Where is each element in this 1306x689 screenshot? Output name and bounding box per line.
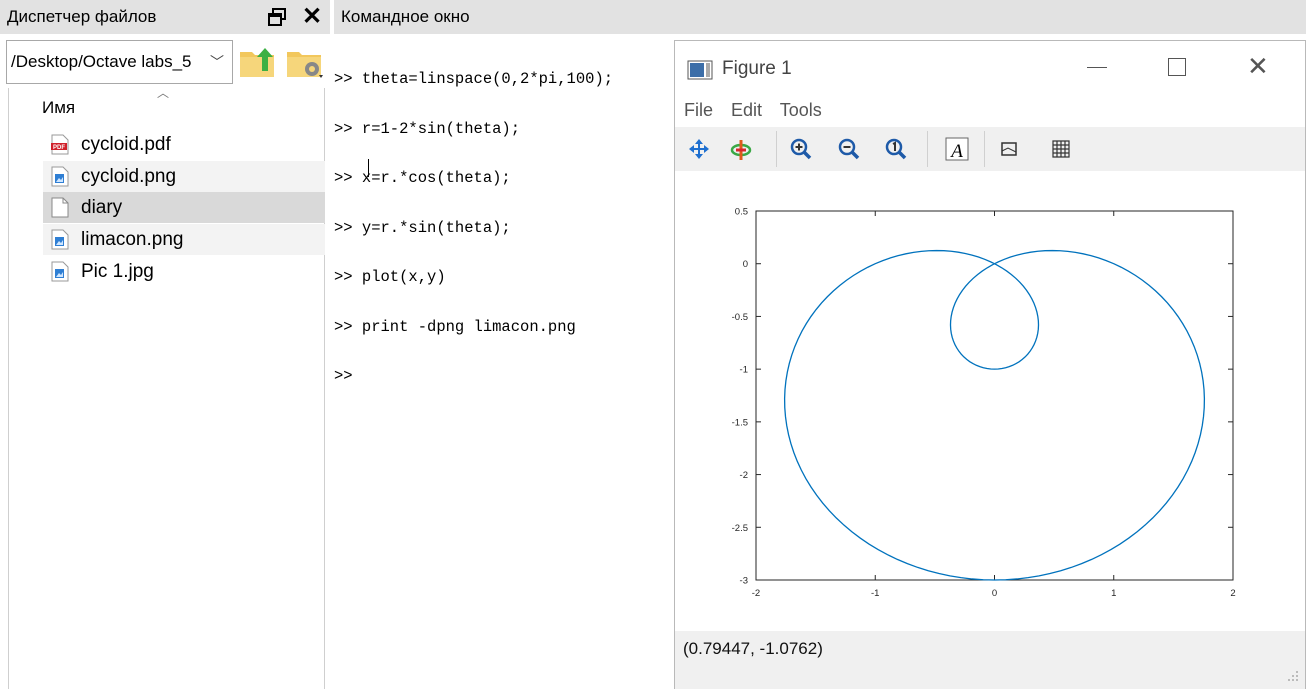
x-tick-label: 0 — [992, 588, 997, 599]
command-window-title: Командное окно — [334, 0, 1306, 34]
chevron-down-icon: ﹀ — [210, 54, 224, 70]
image-file-icon — [51, 229, 69, 250]
cursor-coordinates: (0.79447, -1.0762) — [683, 639, 823, 658]
axes-box — [755, 210, 1234, 581]
text-icon[interactable]: A — [943, 135, 971, 163]
y-tick-label: -2 — [740, 470, 748, 481]
file-name: cycloid.png — [81, 166, 177, 187]
zoom-in-icon[interactable] — [787, 135, 815, 163]
pan-icon[interactable] — [685, 135, 713, 163]
y-tick-label: 0.5 — [735, 207, 748, 218]
column-header-name[interactable]: Имя — [42, 98, 75, 118]
command-line: >> r=1-2*sin(theta); — [334, 119, 521, 138]
y-tick-label: -2.5 — [732, 523, 748, 534]
y-tick-label: 0 — [743, 259, 748, 270]
pdf-file-icon: PDF — [51, 134, 69, 155]
x-tick-label: 1 — [1111, 588, 1116, 599]
blank-file-icon — [51, 197, 69, 218]
command-window[interactable]: >> theta=linspace(0,2*pi,100); >> r=1-2*… — [334, 38, 674, 689]
close-icon[interactable]: ✕ — [302, 3, 322, 31]
path-text: /Desktop/Octave labs_5 — [11, 52, 192, 71]
x-tick-label: 2 — [1230, 588, 1235, 599]
file-name: Pic 1.jpg — [81, 261, 154, 282]
svg-text:A: A — [949, 141, 963, 162]
menu-file[interactable]: File — [684, 100, 713, 120]
figure-window-icon — [687, 60, 713, 80]
axes-box-icon[interactable] — [995, 135, 1023, 163]
toolbar-separator — [776, 131, 777, 167]
zoom-out-icon[interactable] — [835, 135, 863, 163]
toolbar-separator — [927, 131, 928, 167]
file-manager-panel: Диспетчер файлов ✕ /Desktop/Octave labs_… — [0, 0, 330, 689]
series-line — [783, 249, 1206, 581]
list-item[interactable]: diary — [43, 192, 325, 223]
text-cursor — [368, 159, 369, 177]
image-file-icon — [51, 261, 69, 282]
close-icon[interactable]: ✕ — [1247, 51, 1269, 82]
x-tick-label: -1 — [871, 588, 879, 599]
y-tick-label: -0.5 — [732, 312, 748, 323]
figure-status: (0.79447, -1.0762) — [675, 631, 1305, 689]
folder-settings-icon[interactable] — [285, 44, 325, 80]
figure-menubar: File Edit Tools — [684, 100, 835, 121]
menu-edit[interactable]: Edit — [731, 100, 762, 120]
list-item[interactable]: Pic 1.jpg — [43, 256, 325, 287]
resize-grip-icon[interactable] — [1287, 670, 1299, 682]
image-file-icon — [51, 166, 69, 187]
path-selector[interactable]: /Desktop/Octave labs_5 ﹀ — [6, 40, 233, 84]
figure-window: Figure 1 ✕ File Edit Tools A -2 -1 0 1 2… — [674, 40, 1306, 689]
file-name: limacon.png — [81, 229, 184, 250]
command-line: >> theta=linspace(0,2*pi,100); — [334, 70, 614, 88]
sort-indicator-icon: ︿ — [157, 86, 170, 100]
minimize-icon[interactable] — [1087, 67, 1107, 68]
y-tick-label: -1 — [740, 365, 748, 376]
file-name: diary — [81, 197, 123, 218]
plot-axes[interactable]: -2 -1 0 1 2 0.5 0 -0.5 -1 -1.5 -2 -2.5 -3 — [675, 171, 1305, 631]
figure-toolbar: A — [675, 127, 1305, 171]
rotate-icon[interactable] — [727, 135, 755, 163]
command-prompt[interactable]: >> — [334, 368, 674, 385]
y-tick-label: -1.5 — [732, 417, 748, 428]
zoom-reset-icon[interactable] — [882, 135, 910, 163]
x-tick-label: -2 — [752, 588, 760, 599]
toolbar-separator — [984, 131, 985, 167]
y-tick-label: -3 — [740, 576, 748, 587]
grid-icon[interactable] — [1047, 135, 1075, 163]
svg-text:PDF: PDF — [53, 145, 65, 151]
list-item[interactable]: PDF cycloid.pdf — [43, 129, 325, 160]
maximize-icon[interactable] — [1168, 58, 1186, 76]
file-name: cycloid.pdf — [81, 134, 171, 155]
figure-title: Figure 1 — [722, 58, 792, 79]
list-item[interactable]: cycloid.png — [43, 161, 325, 192]
command-line: >> print -dpng limacon.png — [334, 317, 576, 336]
undock-icon[interactable] — [268, 8, 286, 26]
command-line: >> y=r.*sin(theta); — [334, 218, 511, 237]
command-line: >> plot(x,y) — [334, 268, 446, 286]
command-line: >> x=r.*cos(theta); — [334, 169, 511, 187]
list-item[interactable]: limacon.png — [43, 224, 325, 255]
parent-folder-icon[interactable] — [238, 44, 276, 80]
menu-tools[interactable]: Tools — [780, 100, 822, 120]
